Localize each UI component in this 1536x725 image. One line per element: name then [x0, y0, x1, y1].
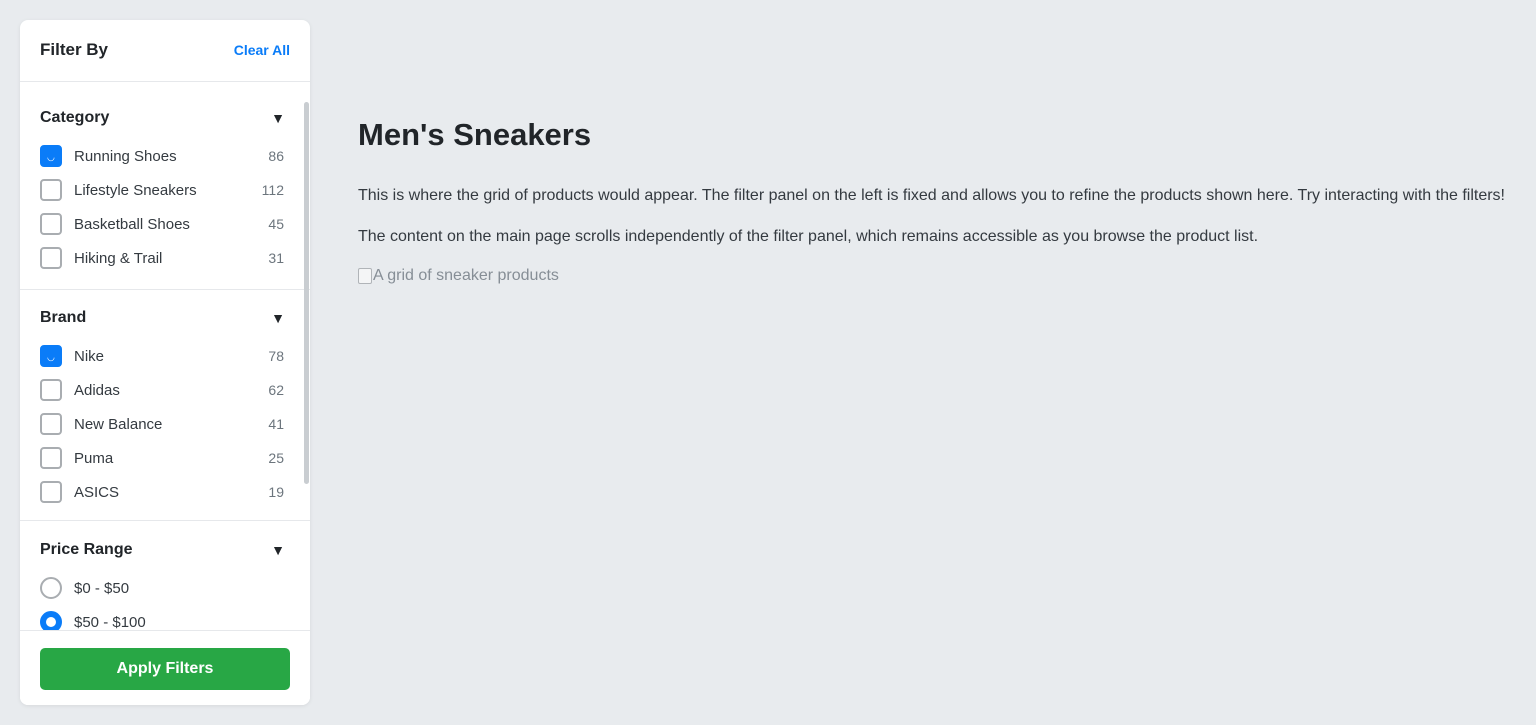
- page-title: Men's Sneakers: [358, 117, 592, 152]
- broken-image-icon: [358, 268, 372, 284]
- filter-panel: Filter By Clear All Category ▼ ◡ Running…: [20, 20, 310, 705]
- section-header[interactable]: Brand ▼: [40, 307, 290, 329]
- checkbox[interactable]: [40, 213, 62, 235]
- option-count: 112: [261, 182, 284, 198]
- option-label: ASICS: [74, 483, 120, 501]
- option-label: New Balance: [74, 415, 163, 433]
- option-label: Puma: [74, 449, 114, 467]
- filter-option-asics[interactable]: ASICS 19: [40, 475, 290, 509]
- checkbox[interactable]: ◡: [40, 145, 62, 167]
- main-content: Men's Sneakers This is where the grid of…: [358, 115, 1508, 286]
- checkbox[interactable]: [40, 179, 62, 201]
- filter-option-price-0-50[interactable]: $0 - $50: [40, 571, 290, 605]
- option-count: 19: [268, 484, 284, 500]
- option-count: 41: [268, 416, 284, 432]
- filter-option-hiking-trail[interactable]: Hiking & Trail 31: [40, 241, 290, 275]
- filter-option-new-balance[interactable]: New Balance 41: [40, 407, 290, 441]
- chevron-down-icon[interactable]: ▼: [271, 541, 285, 559]
- chevron-down-icon[interactable]: ▼: [271, 309, 285, 327]
- filter-panel-title: Filter By: [40, 40, 109, 59]
- filter-option-price-50-100[interactable]: $50 - $100: [40, 605, 290, 630]
- option-label: Hiking & Trail: [74, 249, 163, 267]
- checkbox[interactable]: [40, 247, 62, 269]
- filter-option-nike[interactable]: ◡ Nike 78: [40, 339, 290, 373]
- checkbox[interactable]: [40, 413, 62, 435]
- radio-button[interactable]: [40, 577, 62, 599]
- option-label: Nike: [74, 347, 105, 365]
- option-count: 45: [268, 216, 284, 232]
- filter-panel-scrollbar[interactable]: [302, 82, 310, 630]
- section-title: Brand: [40, 309, 87, 326]
- filter-option-puma[interactable]: Puma 25: [40, 441, 290, 475]
- chevron-down-icon[interactable]: ▼: [271, 109, 285, 127]
- filter-section-brand: Brand ▼ ◡ Nike 78 Adidas 62 New Balance …: [20, 290, 310, 521]
- checkbox[interactable]: [40, 379, 62, 401]
- section-header[interactable]: Category ▼: [40, 107, 290, 129]
- intro-paragraph: This is where the grid of products would…: [358, 187, 1505, 204]
- scroll-note-paragraph: The content on the main page scrolls ind…: [358, 228, 1259, 245]
- option-count: 86: [268, 148, 284, 164]
- clear-all-link[interactable]: Clear All: [234, 42, 290, 58]
- filter-panel-footer: Apply Filters: [20, 630, 310, 705]
- radio-button[interactable]: [40, 611, 62, 630]
- option-label: $0 - $50: [74, 579, 130, 597]
- filter-option-lifestyle-sneakers[interactable]: Lifestyle Sneakers 112: [40, 173, 290, 207]
- section-title: Price Range: [40, 541, 133, 558]
- filter-panel-header: Filter By Clear All: [20, 20, 310, 82]
- checkbox[interactable]: ◡: [40, 345, 62, 367]
- filter-section-category: Category ▼ ◡ Running Shoes 86 Lifestyle …: [20, 82, 310, 290]
- section-title: Category: [40, 109, 110, 126]
- filter-option-basketball-shoes[interactable]: Basketball Shoes 45: [40, 207, 290, 241]
- apply-filters-button[interactable]: Apply Filters: [40, 648, 290, 690]
- option-count: 31: [268, 250, 284, 266]
- filter-panel-body: Category ▼ ◡ Running Shoes 86 Lifestyle …: [20, 82, 310, 630]
- scrollbar-thumb[interactable]: [304, 102, 309, 484]
- option-count: 25: [268, 450, 284, 466]
- option-count: 78: [268, 348, 284, 364]
- option-label: Lifestyle Sneakers: [74, 181, 197, 199]
- checkmark-icon: ◡: [47, 152, 55, 162]
- option-label: $50 - $100: [74, 613, 146, 631]
- filter-option-running-shoes[interactable]: ◡ Running Shoes 86: [40, 139, 290, 173]
- checkbox[interactable]: [40, 481, 62, 503]
- section-header[interactable]: Price Range ▼: [40, 539, 290, 561]
- option-label: Adidas: [74, 381, 120, 399]
- option-label: Basketball Shoes: [74, 215, 190, 233]
- checkbox[interactable]: [40, 447, 62, 469]
- checkmark-icon: ◡: [47, 352, 55, 362]
- filter-option-adidas[interactable]: Adidas 62: [40, 373, 290, 407]
- option-label: Running Shoes: [74, 147, 177, 165]
- image-alt-text: A grid of sneaker products: [373, 267, 559, 284]
- option-count: 62: [268, 382, 284, 398]
- filter-section-price-range: Price Range ▼ $0 - $50 $50 - $100: [20, 521, 310, 630]
- product-grid-image: A grid of sneaker products: [358, 266, 1508, 286]
